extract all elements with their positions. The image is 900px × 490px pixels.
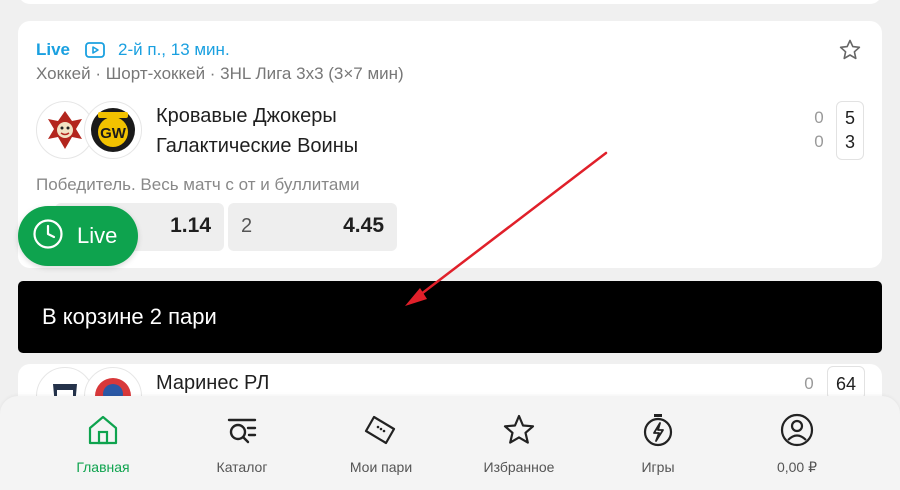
current-score-box: 5 3 (836, 101, 864, 160)
score-prev-home: 0 (814, 108, 824, 127)
score-current-home: 5 (844, 108, 855, 128)
live-filter-button[interactable]: Live (18, 206, 138, 266)
bottom-navigation: Главная Каталог Мои пари Избранное Игры … (0, 396, 900, 490)
basket-bar[interactable]: В корзине 2 пари (18, 281, 882, 353)
favorite-star-icon[interactable] (838, 38, 862, 67)
match-card[interactable]: Live 2-й п., 13 мин. Хоккей · Шорт-хокке… (18, 21, 882, 268)
period-time: 2-й п., 13 мин. (118, 40, 230, 59)
user-icon (780, 413, 814, 452)
ticket-icon (364, 413, 398, 452)
team-logo-galactic-warriors: GW (84, 101, 142, 159)
live-button-label: Live (77, 223, 118, 248)
live-label: Live (36, 40, 71, 59)
live-status-row: Live 2-й п., 13 мин. (36, 40, 230, 60)
nav-label: Избранное (483, 459, 555, 475)
odd-value: 4.45 (343, 214, 384, 237)
nav-my-bets[interactable]: Мои пари (311, 396, 451, 490)
odd-label: 2 (241, 215, 253, 237)
score-current-marines: 64 (827, 366, 865, 400)
market-title: Победитель. Весь матч с от и буллитами (36, 175, 360, 194)
team-name-marines[interactable]: Маринес РЛ (156, 372, 269, 395)
nav-games[interactable]: Игры (588, 396, 728, 490)
svg-text:GW: GW (100, 125, 127, 142)
nav-catalog[interactable]: Каталог (172, 396, 312, 490)
basket-bar-text: В корзине 2 пари (42, 304, 217, 329)
lightning-timer-icon (641, 413, 675, 452)
league-breadcrumb: Хоккей · Шорт-хоккей · 3HL Лига 3x3 (3×7… (36, 64, 404, 83)
nav-label: Игры (641, 459, 675, 475)
nav-label: Мои пари (349, 459, 413, 475)
nav-label: Главная (76, 459, 130, 475)
video-play-icon[interactable] (85, 42, 105, 58)
team-name-away[interactable]: Галактические Воины (156, 135, 358, 158)
nav-home[interactable]: Главная (33, 396, 173, 490)
nav-label: 0,00 ₽ (776, 459, 818, 475)
previous-card (18, 0, 882, 4)
nav-favorites[interactable]: Избранное (449, 396, 589, 490)
score-prev-marines: 0 (804, 374, 814, 393)
nav-label: Каталог (216, 459, 268, 475)
clock-icon (32, 218, 64, 255)
catalog-search-icon (225, 413, 259, 452)
odd-button-2[interactable]: 2 4.45 (228, 203, 397, 251)
score-prev-away: 0 (814, 132, 824, 151)
team-name-home[interactable]: Кровавые Джокеры (156, 105, 337, 128)
score-current-away: 3 (844, 132, 855, 152)
home-icon (86, 413, 120, 452)
odd-value: 1.14 (170, 214, 211, 237)
star-icon (502, 413, 536, 452)
nav-profile-balance[interactable]: 0,00 ₽ (727, 396, 867, 490)
